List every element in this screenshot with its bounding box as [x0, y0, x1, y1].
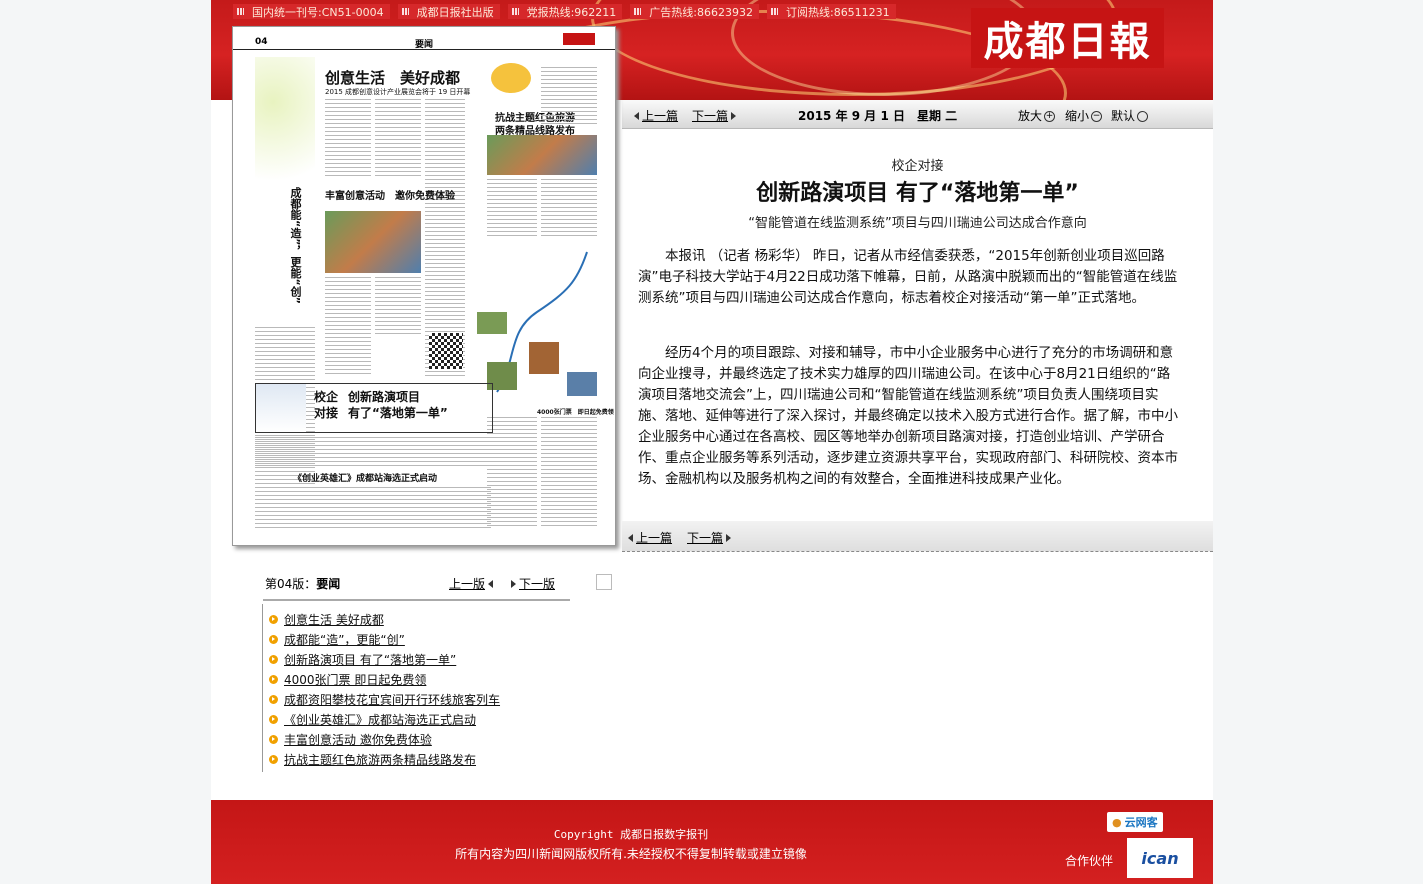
grid-icon [634, 8, 642, 15]
thumb-headline: 丰富创意活动 邀你免费体验 [325, 191, 455, 202]
thumb-section-name: 要闻 [415, 40, 434, 50]
thumb-page-header: 04 要闻 [233, 27, 615, 50]
minus-circle-icon: − [1091, 111, 1103, 122]
thumb-text-column [255, 437, 491, 467]
list-item[interactable]: 成都能“造”，更能“创” [269, 630, 405, 648]
arrow-bullet-icon [269, 694, 278, 704]
thumb-headline: 2015 成都创意设计产业展览会将于 19 日开幕 [325, 88, 471, 96]
list-item[interactable]: 丰富创意活动 邀你免费体验 [269, 730, 432, 748]
newspaper-logo: 成都日報 [971, 8, 1164, 68]
yunwangke-logo[interactable]: ● 云网客 [1107, 812, 1163, 832]
arrow-bullet-icon [269, 714, 278, 724]
list-item[interactable]: 成都资阳攀枝花宜宾间开行环线旅客列车 [269, 690, 500, 708]
thumb-headline: 4000张门票 即日起免费领 [537, 409, 614, 416]
circle-icon [1137, 111, 1149, 122]
thumb-headline: 对接 [314, 406, 339, 420]
cloud-icon: ● [1112, 815, 1122, 829]
issue-date: 2015 年 9 月 1 日 星期 二 [798, 109, 958, 123]
page-frame: 国内统一刊号:CN51-0004 成都日报社出版 党报热线:962211 广告热… [211, 0, 1213, 884]
grid-icon [237, 8, 244, 15]
rights-text: 所有内容为四川新闻网版权所有.未经授权不得复制转载或建立镜像 [455, 847, 807, 861]
thumb-photo [487, 135, 597, 175]
article-paragraph: 本报讯 （记者 杨彩华） 昨日，记者从市经信委获悉，“2015年创新创业项目巡回… [638, 248, 1178, 306]
thumb-text-column [541, 179, 597, 239]
list-item[interactable]: 4000张门票 即日起免费领 [269, 670, 426, 688]
thumb-headline: 有了“落地第一单” [348, 406, 448, 420]
thumb-headline: 创意生活 美好成都 [325, 69, 461, 87]
zoom-out-button[interactable]: 缩小 − [1065, 107, 1103, 124]
prev-article-link[interactable]: 上一篇 [634, 107, 678, 124]
article-nav-bar-bottom: 上一篇 下一篇 [622, 521, 1213, 552]
creative-week-logo [255, 57, 315, 207]
thumb-text-column [541, 417, 597, 527]
article-title: 创新路演项目 有了“落地第一单” [756, 181, 1079, 206]
qr-code [429, 333, 463, 369]
thumb-text-column [375, 277, 421, 337]
info-item-subscribe-hotline: 订阅热线:86511231 [766, 4, 896, 19]
caret-left-icon [488, 577, 496, 591]
partner-label: 合作伙伴 [1065, 854, 1114, 868]
footer: Copyright 成都日报数字报刊 所有内容为四川新闻网版权所有.未经授权不得… [211, 800, 1213, 884]
article-nav-bar: 上一篇 下一篇 2015 年 9 月 1 日 星期 二 放大 + 缩小 − 默认 [622, 100, 1213, 129]
prev-page-link[interactable]: 上一版 [449, 575, 496, 592]
thumb-headline: 成都能“造”，更能“创” [289, 187, 302, 304]
caret-right-icon [511, 580, 516, 588]
arrow-bullet-icon [269, 654, 278, 664]
thumb-photo [325, 211, 421, 273]
thumb-text-column [487, 179, 537, 239]
grid-icon [511, 8, 519, 15]
route-map [477, 251, 597, 396]
arrow-bullet-icon [269, 754, 278, 764]
arrow-bullet-icon [269, 634, 278, 644]
arrow-bullet-icon [269, 614, 278, 624]
page-nav-bar: 第04版：要闻 上一版 下一版 [263, 573, 570, 601]
thumb-text-column [487, 417, 537, 527]
thumb-headline: 《创业英雄汇》成都站海选正式启动 [293, 474, 438, 484]
page-number-label: 第04版：要闻 [265, 577, 341, 591]
thumb-page-number: 04 [255, 37, 268, 47]
list-item[interactable]: 创意生活 美好成都 [269, 610, 384, 628]
page-select-checkbox[interactable] [596, 574, 612, 590]
list-item[interactable]: 创新路演项目 有了“落地第一单” [269, 650, 456, 668]
zoom-default-button[interactable]: 默认 [1111, 107, 1149, 124]
next-page-link[interactable]: 下一版 [511, 575, 555, 592]
list-item[interactable]: 抗战主题红色旅游两条精品线路发布 [269, 750, 476, 768]
page-article-list: 创意生活 美好成都 成都能“造”，更能“创” 创新路演项目 有了“落地第一单” … [262, 604, 523, 772]
thumb-text-column [255, 487, 491, 531]
header-info-bar: 国内统一刊号:CN51-0004 成都日报社出版 党报热线:962211 广告热… [233, 4, 904, 19]
thumb-text-column [325, 99, 371, 179]
copyright-text: Copyright 成都日报数字报刊 [553, 828, 709, 841]
prev-article-link[interactable]: 上一篇 [628, 529, 672, 546]
70-anniversary-emblem [491, 63, 531, 93]
thumb-text-column [375, 99, 421, 179]
info-item-party-hotline: 党报热线:962211 [507, 4, 623, 19]
grid-icon [770, 8, 778, 15]
article-paragraph: 经历4个月的项目跟踪、对接和辅导，市中小企业服务中心进行了充分的市场调研和意向企… [638, 345, 1178, 487]
thumb-text-column [541, 67, 597, 127]
arrow-bullet-icon [269, 674, 278, 684]
list-item[interactable]: 《创业英雄汇》成都站海选正式启动 [269, 710, 476, 728]
thumb-headline: 校企 [314, 390, 339, 404]
thumb-current-article-box[interactable]: 校企 对接 创新路演项目 有了“落地第一单” [255, 383, 493, 433]
plus-circle-icon: + [1044, 111, 1056, 122]
ican-partner-logo[interactable]: ican [1127, 838, 1193, 878]
info-item-issn: 国内统一刊号:CN51-0004 [233, 4, 390, 19]
arrow-bullet-icon [269, 734, 278, 744]
thumb-logo-ad [256, 384, 306, 432]
thumb-headline: 创新路演项目 [348, 390, 421, 404]
thumb-logo [563, 33, 595, 45]
grid-icon [401, 8, 409, 15]
next-article-link[interactable]: 下一篇 [692, 107, 736, 124]
zoom-in-button[interactable]: 放大 + [1018, 107, 1056, 124]
article-subtitle: “智能管道在线监测系统”项目与四川瑞迪公司达成合作意向 [748, 216, 1087, 231]
thumb-text-column [325, 277, 371, 377]
info-item-ad-hotline: 广告热线:86623932 [630, 4, 759, 19]
newspaper-page-thumbnail[interactable]: 04 要闻 成都能“造”，更能“创” 创意生活 美好成都 2015 成都创意设计… [232, 26, 616, 546]
article-kicker: 校企对接 [891, 159, 944, 174]
next-article-link[interactable]: 下一篇 [687, 529, 731, 546]
info-item-publisher: 成都日报社出版 [397, 4, 500, 19]
